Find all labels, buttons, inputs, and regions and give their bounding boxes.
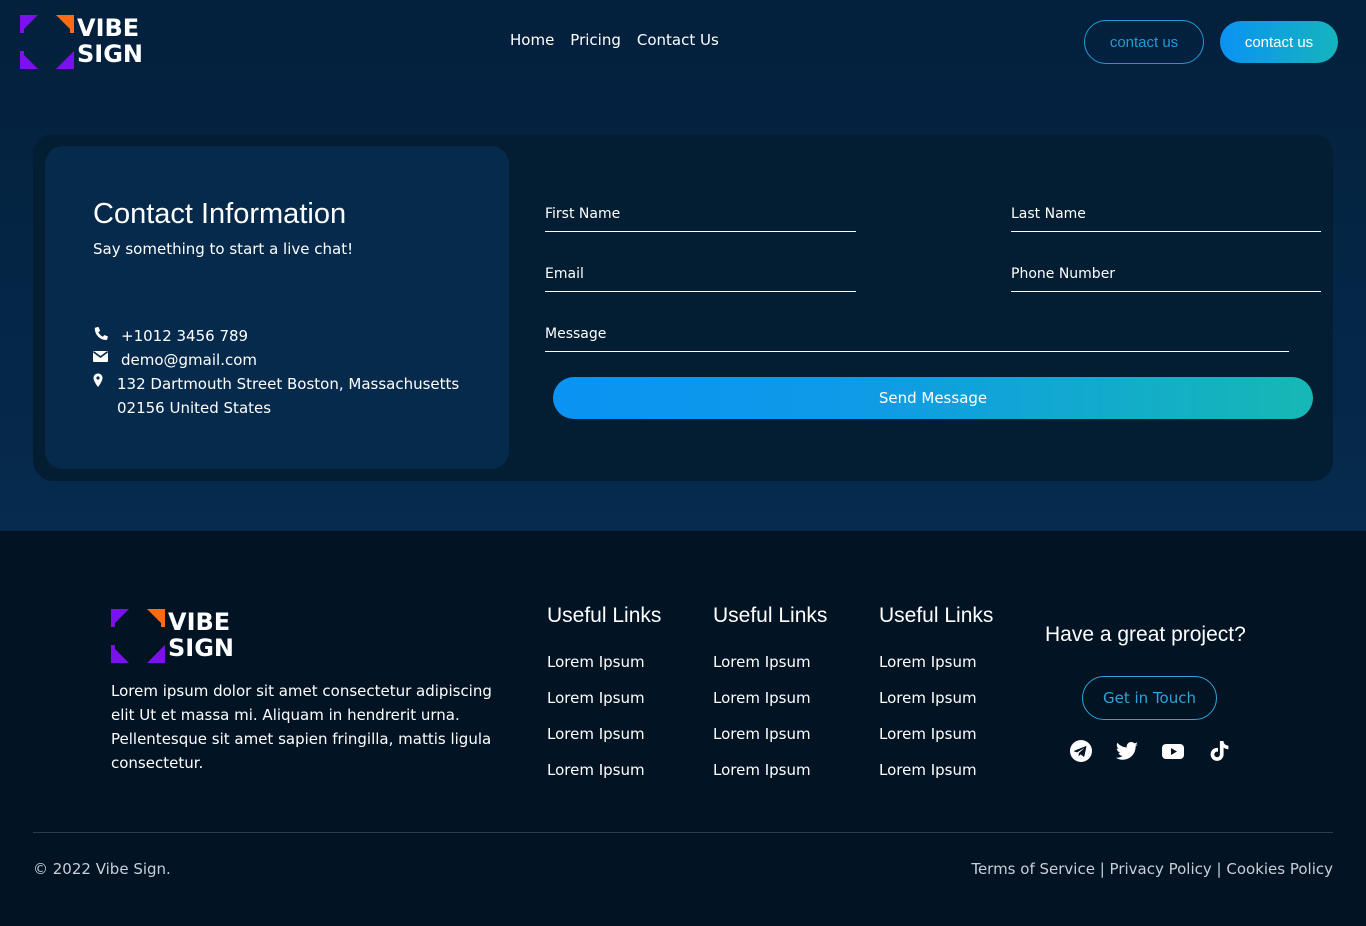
footer-link[interactable]: Lorem Ipsum xyxy=(879,644,977,680)
footer-logo[interactable]: VIBE SIGN xyxy=(111,609,235,663)
first-name-field[interactable]: First Name xyxy=(545,196,856,232)
contact-email: demo@gmail.com xyxy=(121,351,258,369)
message-field[interactable]: Message xyxy=(545,316,1289,352)
email-field[interactable]: Email xyxy=(545,256,856,292)
email-input[interactable] xyxy=(545,284,856,292)
first-name-label: First Name xyxy=(545,206,621,222)
footer-link[interactable]: Lorem Ipsum xyxy=(547,716,645,752)
envelope-icon xyxy=(93,351,108,362)
copyright-text: © 2022 Vibe Sign. xyxy=(33,860,171,878)
useful-links-column-3: Useful Links Lorem Ipsum Lorem Ipsum Lor… xyxy=(879,604,1039,779)
last-name-label: Last Name xyxy=(1011,206,1086,222)
footer-link[interactable]: Lorem Ipsum xyxy=(879,716,977,752)
nav-home[interactable]: Home xyxy=(510,31,554,49)
footer-link[interactable]: Lorem Ipsum xyxy=(713,644,811,680)
contact-address-line2: 02156 United States xyxy=(117,399,272,417)
project-heading: Have a great project? xyxy=(1045,623,1246,646)
last-name-input[interactable] xyxy=(1011,224,1321,232)
nav-pricing[interactable]: Pricing xyxy=(570,31,621,49)
top-section: VIBE SIGN Home Pricing Contact Us contac… xyxy=(0,0,1366,531)
social-links xyxy=(1069,739,1231,763)
footer-link[interactable]: Lorem Ipsum xyxy=(547,680,645,716)
footer-divider xyxy=(33,832,1333,833)
useful-links-column-2: Useful Links Lorem Ipsum Lorem Ipsum Lor… xyxy=(713,604,873,779)
email-label: Email xyxy=(545,266,584,282)
phone-number-input[interactable] xyxy=(1011,284,1321,292)
last-name-field[interactable]: Last Name xyxy=(1011,196,1321,232)
legal-links: Terms of Service | Privacy Policy | Cook… xyxy=(971,860,1333,878)
contact-card: Contact Information Say something to sta… xyxy=(33,134,1333,481)
message-input[interactable] xyxy=(545,344,1289,352)
footer-link[interactable]: Lorem Ipsum xyxy=(879,680,977,716)
first-name-input[interactable] xyxy=(545,224,856,232)
cookies-policy-link[interactable]: Cookies Policy xyxy=(1226,860,1333,878)
tiktok-icon[interactable] xyxy=(1207,739,1231,763)
contact-info-title: Contact Information xyxy=(93,198,347,230)
phone-number-field[interactable]: Phone Number xyxy=(1011,256,1321,292)
logo-mark-icon xyxy=(111,609,165,663)
links-heading: Useful Links xyxy=(879,604,994,627)
contact-info-subtitle: Say something to start a live chat! xyxy=(93,240,354,258)
footer-link[interactable]: Lorem Ipsum xyxy=(713,752,811,788)
privacy-policy-link[interactable]: Privacy Policy xyxy=(1110,860,1212,878)
footer-link[interactable]: Lorem Ipsum xyxy=(547,752,645,788)
header-logo[interactable]: VIBE SIGN xyxy=(20,15,144,69)
logo-text: VIBE SIGN xyxy=(168,608,234,662)
message-label: Message xyxy=(545,326,607,342)
telegram-icon[interactable] xyxy=(1069,739,1093,763)
main-nav: Home Pricing Contact Us xyxy=(510,31,719,49)
logo-text: VIBE SIGN xyxy=(77,14,143,68)
nav-contact-us[interactable]: Contact Us xyxy=(637,31,719,49)
contact-information-panel: Contact Information Say something to sta… xyxy=(45,146,509,469)
phone-icon xyxy=(94,326,108,340)
map-pin-icon xyxy=(93,373,103,387)
twitter-icon[interactable] xyxy=(1115,739,1139,763)
footer: VIBE SIGN Lorem ipsum dolor sit amet con… xyxy=(0,531,1366,926)
youtube-icon[interactable] xyxy=(1161,739,1185,763)
contact-address-line1: 132 Dartmouth Street Boston, Massachuset… xyxy=(117,375,460,393)
footer-link[interactable]: Lorem Ipsum xyxy=(713,716,811,752)
contact-us-outline-button[interactable]: contact us xyxy=(1084,20,1204,64)
contact-phone: +1012 3456 789 xyxy=(121,327,249,345)
footer-link[interactable]: Lorem Ipsum xyxy=(879,752,977,788)
legal-separator: | xyxy=(1094,860,1110,878)
links-heading: Useful Links xyxy=(713,604,828,627)
contact-us-filled-button[interactable]: contact us xyxy=(1220,21,1338,63)
footer-link[interactable]: Lorem Ipsum xyxy=(713,680,811,716)
links-heading: Useful Links xyxy=(547,604,662,627)
terms-of-service-link[interactable]: Terms of Service xyxy=(971,860,1095,878)
send-message-button[interactable]: Send Message xyxy=(553,377,1313,419)
logo-mark-icon xyxy=(20,15,74,69)
useful-links-column-1: Useful Links Lorem Ipsum Lorem Ipsum Lor… xyxy=(547,604,707,779)
footer-description: Lorem ipsum dolor sit amet consectetur a… xyxy=(111,682,492,772)
phone-number-label: Phone Number xyxy=(1011,266,1116,282)
legal-separator: | xyxy=(1211,860,1227,878)
get-in-touch-button[interactable]: Get in Touch xyxy=(1082,676,1217,720)
footer-link[interactable]: Lorem Ipsum xyxy=(547,644,645,680)
